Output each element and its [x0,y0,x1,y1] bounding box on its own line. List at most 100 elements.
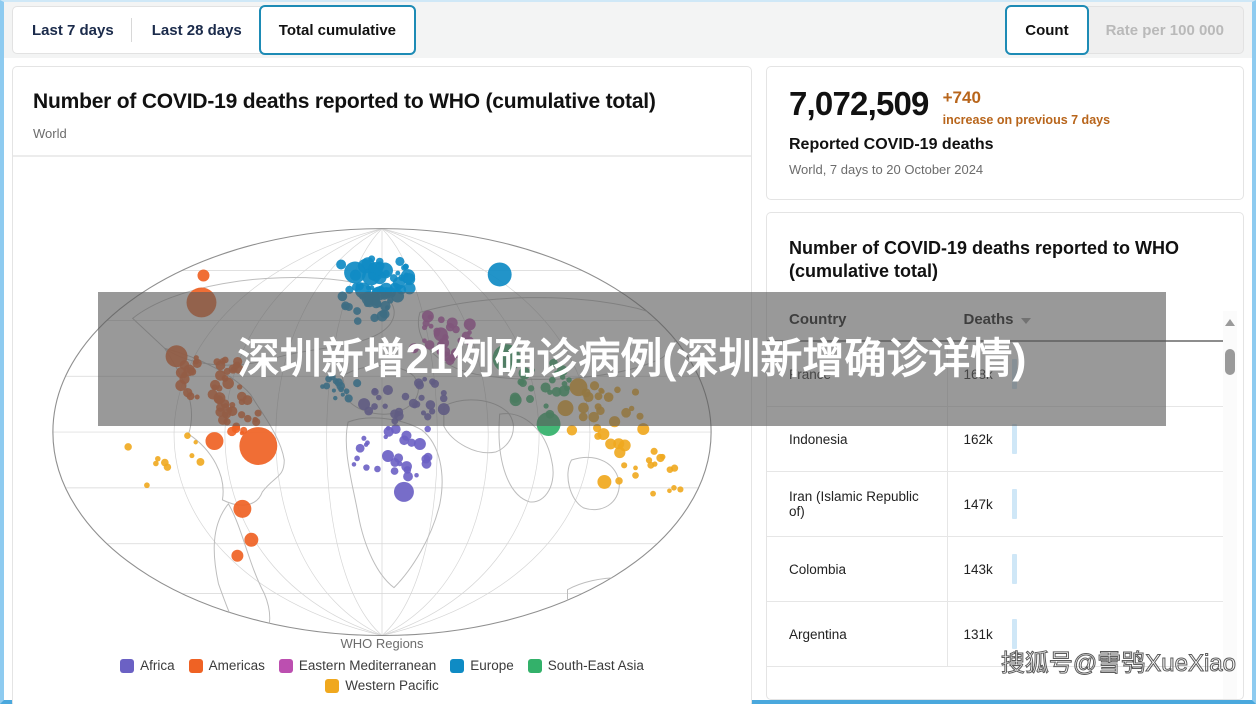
table-row[interactable]: Argentina 131k [767,601,1227,668]
map-bubble[interactable] [677,486,684,493]
map-bubble[interactable] [461,331,471,340]
map-bubble[interactable] [415,380,424,390]
map-bubble[interactable] [621,407,631,418]
map-bubble[interactable] [186,287,217,318]
map-bubble[interactable] [352,282,361,291]
legend-item-south-east-asia[interactable]: South-East Asia [527,658,644,673]
map-bubble[interactable] [197,269,210,282]
scroll-up-arrow-icon[interactable] [1225,319,1235,327]
table-row[interactable]: Iran (Islamic Republic of) 147k [767,471,1227,538]
map-bubble[interactable] [196,457,205,466]
map-bubble[interactable] [509,392,521,403]
map-bubble[interactable] [413,400,421,408]
map-bubble[interactable] [597,474,612,489]
map-bubble[interactable] [233,499,252,518]
map-bubble[interactable] [551,386,562,397]
column-header-country[interactable]: Country [767,311,947,343]
map-bubble[interactable] [363,464,370,471]
map-bubble[interactable] [618,439,631,452]
map-bubble[interactable] [237,410,246,419]
map-bubble[interactable] [578,412,588,422]
map-bubble[interactable] [231,549,244,562]
map-bubble[interactable] [397,460,403,467]
map-bubble[interactable] [337,291,348,302]
map-bubble[interactable] [229,401,236,408]
tab-total-cumulative[interactable]: Total cumulative [258,5,417,55]
map-bubble[interactable] [637,422,650,435]
map-bubble[interactable] [175,366,187,379]
table-row[interactable]: Indonesia 162k [767,406,1227,473]
map-bubble[interactable] [594,432,602,440]
map-bubble[interactable] [437,316,445,324]
map-bubble[interactable] [333,395,338,401]
tab-count[interactable]: Count [1005,5,1089,55]
map-bubble[interactable] [578,402,589,414]
map-bubble[interactable] [557,400,574,416]
map-bubble[interactable] [548,376,556,384]
map-bubble[interactable] [667,488,672,493]
map-bubble[interactable] [161,458,169,467]
map-bubble[interactable] [636,412,644,420]
map-bubble[interactable] [323,382,331,390]
map-bubble[interactable] [390,409,400,419]
legend-item-europe[interactable]: Europe [450,658,514,673]
map-bubble[interactable] [400,269,416,284]
map-bubble[interactable] [666,466,674,473]
map-bubble[interactable] [492,344,521,373]
measure-toggle-group[interactable]: Count Rate per 100 000 [1005,5,1244,55]
map-bubble[interactable] [656,453,665,462]
map-bubble[interactable] [559,374,566,380]
map-bubble[interactable] [344,394,353,403]
tab-last-28-days[interactable]: Last 28 days [133,7,261,53]
map-bubble[interactable] [517,378,525,386]
map-bubble[interactable] [530,367,535,373]
map-bubble[interactable] [194,394,200,400]
map-bubble[interactable] [188,367,197,376]
map-bubble[interactable] [153,460,159,467]
world-bubble-map[interactable] [13,157,751,704]
table-scroll-area[interactable]: Country Deaths France 168k Indonesia 162k Ir… [767,311,1243,699]
map-bubble[interactable] [414,472,419,478]
map-bubble[interactable] [518,367,531,380]
map-bubble[interactable] [395,256,405,266]
map-bubble[interactable] [561,380,568,387]
map-bubble[interactable] [233,361,241,369]
map-bubble[interactable] [671,484,677,491]
map-bubble[interactable] [193,439,198,445]
map-bubble[interactable] [351,462,357,467]
map-bubble[interactable] [429,378,436,385]
map-bubble[interactable] [382,384,393,395]
map-bubble[interactable] [383,434,388,440]
map-bubble[interactable] [421,324,428,331]
map-bubble[interactable] [385,425,391,431]
map-bubble[interactable] [433,330,440,337]
map-bubble[interactable] [184,432,191,439]
map-bubble[interactable] [382,269,390,277]
map-bubble[interactable] [418,394,425,401]
legend-item-eastern-mediterranean[interactable]: Eastern Mediterranean [278,658,436,673]
map-bubble[interactable] [124,443,132,451]
map-bubble[interactable] [244,532,259,547]
map-bubble[interactable] [192,358,202,368]
map-bubble[interactable] [389,274,398,282]
map-bubble[interactable] [589,380,600,391]
map-bubble[interactable] [368,272,377,281]
map-bubble[interactable] [631,388,640,396]
map-bubble[interactable] [155,455,161,462]
map-bubble[interactable] [349,269,362,281]
map-bubble[interactable] [355,443,365,453]
map-bubble[interactable] [526,394,535,403]
map-bubble[interactable] [331,388,336,393]
map-bubble[interactable] [427,314,433,320]
map-bubble[interactable] [615,477,623,485]
map-bubble[interactable] [254,409,262,417]
map-bubble[interactable] [403,465,412,474]
map-body[interactable]: WHO Regions Africa Americas Eastern Medi… [13,157,751,704]
map-bubble[interactable] [421,458,432,469]
map-bubble[interactable] [375,394,382,401]
map-bubble[interactable] [402,263,409,270]
map-bubble[interactable] [527,385,535,392]
map-bubble[interactable] [592,423,602,433]
map-bubble[interactable] [244,414,252,423]
map-bubble[interactable] [353,306,362,315]
